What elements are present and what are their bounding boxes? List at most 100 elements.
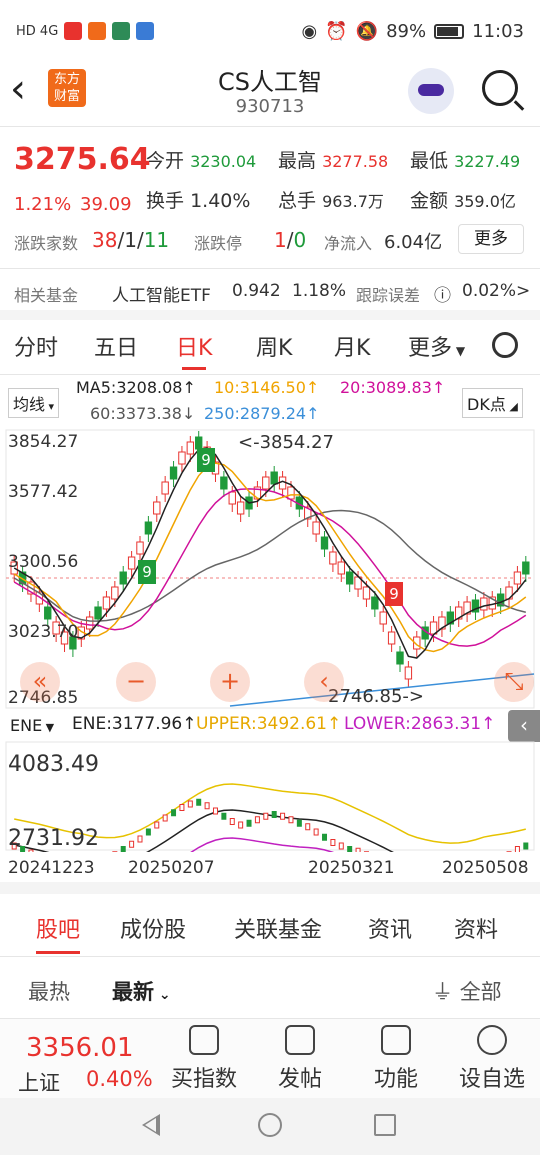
divider — [0, 268, 540, 269]
step-left-button[interactable]: ‹ — [304, 662, 344, 702]
dk-point-select[interactable]: DK点 ◢ — [462, 388, 523, 418]
nine-turn-badge: 9 — [197, 448, 215, 472]
tab-weekly-k[interactable]: 周K — [256, 330, 292, 362]
change-percent: 1.21% — [14, 194, 72, 215]
candle-body — [85, 616, 94, 630]
nav-home-icon[interactable] — [258, 1113, 282, 1137]
help-icon[interactable]: ⓘ — [434, 281, 451, 306]
kline-chart[interactable] — [0, 428, 540, 710]
limit-down-count: 0 — [293, 228, 307, 252]
nav-recents-icon[interactable] — [374, 1114, 396, 1136]
divider — [0, 126, 540, 127]
zoom-out-button[interactable]: − — [116, 662, 156, 702]
netflow-label: 净流入 — [324, 234, 373, 253]
candle-body — [263, 812, 269, 820]
page-title: CS人工智 — [218, 68, 322, 96]
candle-body — [522, 561, 530, 575]
candle-body — [371, 596, 379, 610]
indicator-select[interactable]: 均线 ▾ — [8, 388, 60, 418]
indicator-select-label: 均线 — [13, 395, 46, 414]
chart-frame — [5, 429, 535, 709]
ai-assistant-icon[interactable] — [408, 68, 454, 114]
candle-body — [296, 819, 302, 827]
buy-index-button[interactable]: 买指数 — [162, 1025, 246, 1093]
candle-body — [186, 441, 195, 455]
low-value: 3227.49 — [454, 152, 521, 171]
candle-body — [145, 828, 151, 836]
ene-upper-value: UPPER:3492.61↑ — [196, 714, 342, 734]
candle-body — [254, 816, 260, 824]
updown-sep: / — [136, 228, 144, 252]
add-watchlist-button[interactable]: 设自选 — [450, 1025, 534, 1093]
candle-body — [161, 481, 169, 495]
tracking-error-value: 0.02% — [462, 281, 517, 301]
candle-body — [287, 486, 295, 500]
volume-value: 963.7万 — [322, 192, 384, 211]
grid-icon — [381, 1025, 411, 1055]
tab-intraday[interactable]: 分时 — [14, 330, 58, 362]
candle-body — [355, 847, 361, 852]
ene-lower-value: LOWER:2863.31↑ — [344, 714, 496, 734]
tab-daily-k[interactable]: 日K — [176, 330, 212, 370]
tab-news[interactable]: 资讯 — [368, 912, 412, 944]
section-gap — [0, 882, 540, 894]
candle-body — [162, 814, 168, 822]
scroll-left-button[interactable]: « — [20, 662, 60, 702]
nine-turn-badge: 9 — [385, 582, 403, 606]
candle-body — [404, 666, 413, 680]
tab-constituents[interactable]: 成份股 — [120, 912, 186, 944]
sort-hot[interactable]: 最热 — [28, 976, 70, 1006]
search-icon[interactable] — [482, 70, 518, 106]
more-dots-icon — [477, 1025, 507, 1055]
high-label: 最高 — [278, 150, 317, 172]
ma10-value: 10:3146.50↑ — [214, 378, 320, 397]
bottom-toolbar: 3356.01 上证 0.40% 买指数 发帖 功能 设自选 — [0, 1018, 540, 1098]
candle-body — [111, 586, 119, 600]
candle-body — [171, 809, 177, 817]
chevron-down-icon: ▼ — [42, 721, 55, 734]
add-watchlist-label: 设自选 — [458, 1067, 525, 1092]
chevron-right-icon[interactable]: > — [516, 281, 530, 301]
nav-back-icon[interactable] — [142, 1114, 160, 1136]
candle-body — [329, 551, 337, 565]
tab-profile[interactable]: 资料 — [454, 912, 498, 944]
netflow-value: 6.04亿 — [384, 232, 443, 253]
index-code: 930713 — [235, 96, 305, 117]
collapse-panel-button[interactable]: ‹ — [508, 710, 540, 742]
open-value: 3230.04 — [190, 152, 257, 171]
high-marker: <-3854.27 — [238, 432, 335, 453]
limit-up-count: 1 — [274, 228, 287, 252]
candle-body — [196, 798, 202, 806]
candle-body — [262, 476, 270, 490]
filter-all[interactable]: ⏚ 全部 — [432, 976, 502, 1006]
mute-icon: 🔕 — [355, 20, 379, 42]
candle-body — [228, 491, 236, 505]
clock: 11:03 — [472, 20, 524, 42]
functions-button[interactable]: 功能 — [366, 1025, 426, 1093]
filter-icon: ⏚ — [432, 980, 453, 1004]
turnover-value: 1.40% — [190, 190, 251, 212]
tab-five-day[interactable]: 五日 — [94, 330, 138, 362]
tab-related-funds[interactable]: 关联基金 — [234, 912, 322, 944]
fund-name[interactable]: 人工智能ETF — [112, 281, 211, 306]
ma250-value: 250:2879.24↑ — [204, 404, 320, 423]
candle-body — [312, 521, 320, 535]
gear-icon[interactable] — [492, 332, 518, 358]
sort-latest[interactable]: 最新 ⌄ — [112, 976, 171, 1006]
sort-latest-label: 最新 — [112, 980, 154, 1004]
zoom-in-button[interactable]: + — [210, 662, 250, 702]
tracking-error-label: 跟踪误差 — [356, 286, 421, 305]
tab-monthly-k[interactable]: 月K — [334, 330, 370, 362]
tab-forum[interactable]: 股吧 — [36, 912, 81, 954]
sh-index-price[interactable]: 3356.01 — [26, 1033, 134, 1063]
post-button[interactable]: 发帖 — [270, 1025, 330, 1093]
more-button[interactable]: 更多 — [458, 224, 524, 254]
fullscreen-button[interactable]: ⤡ — [494, 662, 534, 702]
candle-body — [313, 828, 319, 836]
tab-more[interactable]: 更多 ▼ — [408, 330, 465, 362]
alarm-icon: ⏰ — [325, 20, 348, 42]
sub-indicator-select[interactable]: ENE ▼ — [6, 714, 59, 737]
candle-body — [204, 802, 210, 810]
candle-body — [178, 451, 186, 465]
candle-body — [120, 846, 126, 852]
